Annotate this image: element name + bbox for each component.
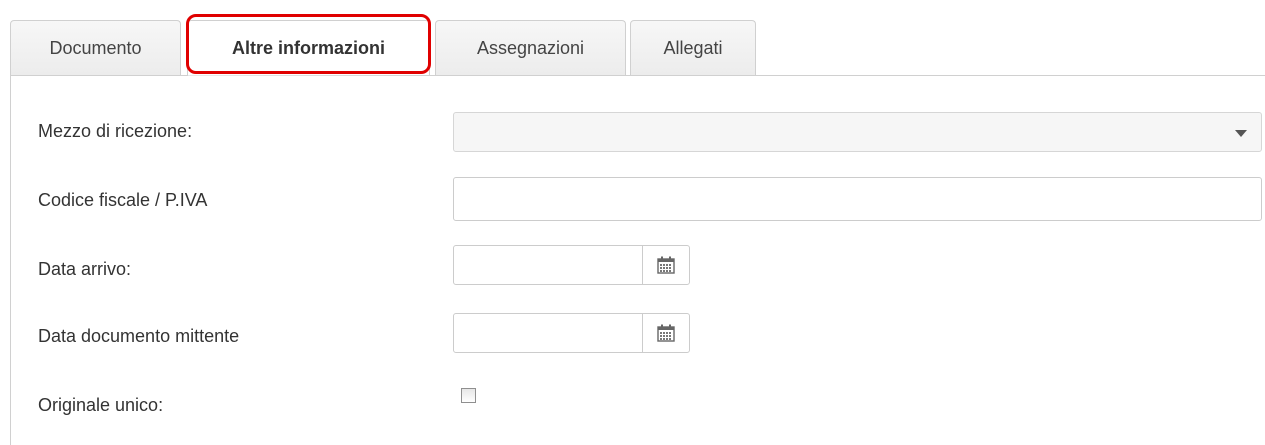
codice-fiscale-input[interactable] (453, 177, 1262, 221)
tab-altre-informazioni-label: Altre informazioni (231, 38, 385, 58)
originale-unico-checkbox[interactable] (461, 388, 476, 403)
tab-documento-label: Documento (49, 37, 142, 58)
mezzo-ricezione-select[interactable] (453, 112, 1262, 152)
data-documento-mittente-label: Data documento mittente (38, 326, 240, 346)
calendar-icon (657, 256, 675, 274)
data-arrivo-field (453, 245, 690, 285)
originale-unico-label: Originale unico: (38, 395, 164, 415)
data-documento-mittente-input[interactable] (454, 314, 642, 352)
tab-assegnazioni-label: Assegnazioni (476, 37, 585, 58)
tab-altre-informazioni[interactable]: Altre informazioni (187, 20, 430, 76)
calendar-icon (657, 324, 675, 342)
mezzo-ricezione-label: Mezzo di ricezione: (38, 121, 193, 141)
data-documento-mittente-field (453, 313, 690, 353)
codice-fiscale-label: Codice fiscale / P.IVA (38, 190, 208, 210)
data-arrivo-input[interactable] (454, 246, 642, 284)
data-arrivo-label: Data arrivo: (38, 259, 132, 279)
tab-allegati[interactable]: Allegati (630, 20, 756, 75)
tab-documento[interactable]: Documento (10, 20, 181, 75)
tab-allegati-label: Allegati (663, 37, 723, 58)
data-documento-mittente-calendar-button[interactable] (642, 314, 689, 352)
tab-assegnazioni[interactable]: Assegnazioni (435, 20, 626, 75)
data-arrivo-calendar-button[interactable] (642, 246, 689, 284)
tab-bar: Documento Altre informazioni Assegnazion… (10, 20, 1265, 76)
chevron-down-icon[interactable] (1235, 130, 1247, 137)
page: Documento Altre informazioni Assegnazion… (0, 0, 1265, 445)
